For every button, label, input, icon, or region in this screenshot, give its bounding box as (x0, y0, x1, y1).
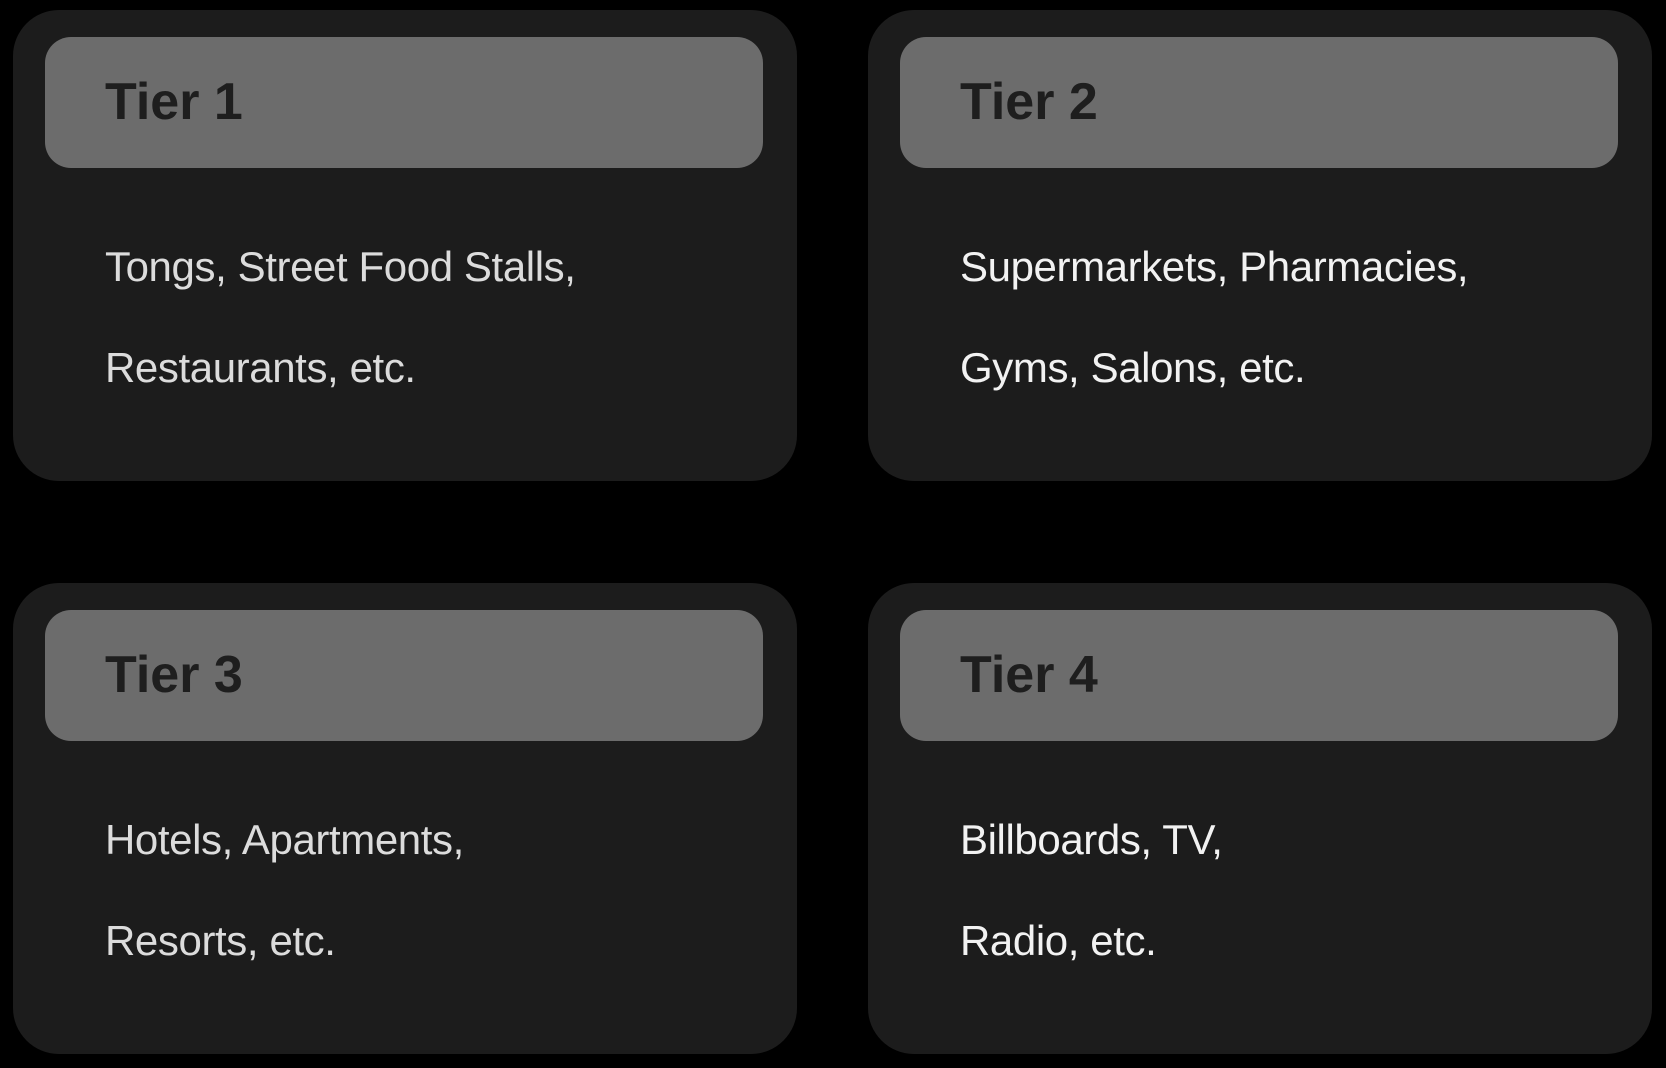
tier-3-title: Tier 3 (105, 646, 243, 704)
tier-1-header: Tier 1 (45, 37, 763, 168)
tier-4-description: Billboards, TV, Radio, etc. (960, 789, 1223, 991)
tier-3-description: Hotels, Apartments, Resorts, etc. (105, 789, 464, 991)
tier-4-header: Tier 4 (900, 610, 1618, 741)
description-line: Resorts, etc. (105, 917, 336, 964)
tier-2-card: Tier 2 Supermarkets, Pharmacies, Gyms, S… (868, 10, 1652, 481)
tier-1-title: Tier 1 (105, 73, 243, 131)
description-line: Supermarkets, Pharmacies, (960, 243, 1469, 290)
description-line: Restaurants, etc. (105, 344, 416, 391)
description-line: Hotels, Apartments, (105, 816, 464, 863)
tier-4-title: Tier 4 (960, 646, 1098, 704)
tier-4-card: Tier 4 Billboards, TV, Radio, etc. (868, 583, 1652, 1054)
tier-1-card: Tier 1 Tongs, Street Food Stalls, Restau… (13, 10, 797, 481)
tier-1-description: Tongs, Street Food Stalls, Restaurants, … (105, 216, 576, 418)
description-line: Billboards, TV, (960, 816, 1223, 863)
tier-2-header: Tier 2 (900, 37, 1618, 168)
description-line: Tongs, Street Food Stalls, (105, 243, 576, 290)
description-line: Gyms, Salons, etc. (960, 344, 1306, 391)
tier-2-description: Supermarkets, Pharmacies, Gyms, Salons, … (960, 216, 1469, 418)
tier-2-title: Tier 2 (960, 73, 1098, 131)
tier-3-header: Tier 3 (45, 610, 763, 741)
tier-3-card: Tier 3 Hotels, Apartments, Resorts, etc. (13, 583, 797, 1054)
description-line: Radio, etc. (960, 917, 1157, 964)
